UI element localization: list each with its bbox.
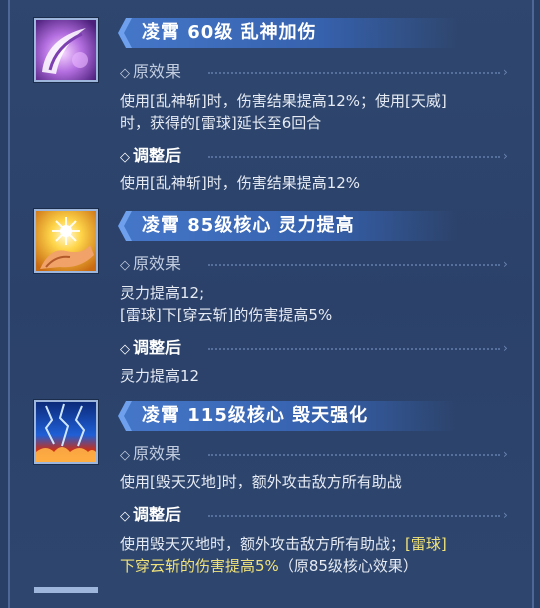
adjusted-effect-line: 下穿云斩的伤害提高5%（原85级核心效果） (120, 555, 515, 577)
diamond-icon: ◇ (120, 509, 130, 524)
original-effect-heading: ◇ 原效果 (120, 444, 182, 463)
chevron-right-icon: › (503, 65, 508, 79)
chevron-right-icon: › (503, 341, 508, 355)
highlight-text: [雷球] (405, 535, 447, 553)
adjusted-effect-line: 灵力提高12 (120, 367, 200, 385)
highlight-text: 下穿云斩的伤害提高5% (120, 557, 279, 575)
chevron-right-icon: › (503, 149, 508, 163)
diamond-icon: ◇ (120, 342, 130, 357)
adjusted-effect-text: （原85级核心效果） (278, 557, 418, 575)
next-item-edge (34, 587, 98, 593)
divider (208, 454, 500, 456)
diamond-icon: ◇ (120, 150, 130, 165)
skill-title: 凌霄 115级核心 毁天强化 (142, 405, 369, 426)
adjusted-effect-heading: ◇ 调整后 (120, 146, 182, 165)
skill-title: 凌霄 60级 乱神加伤 (142, 22, 317, 43)
slash-icon (34, 18, 98, 82)
adjusted-effect-heading: ◇ 调整后 (120, 338, 182, 357)
diamond-icon: ◇ (120, 448, 130, 463)
divider (208, 156, 500, 158)
original-effect-line: 时，获得的[雷球]延长至6回合 (120, 114, 322, 132)
adjusted-effect-line: 使用[乱神斩]时，伤害结果提高12% (120, 174, 361, 192)
chevron-right-icon: › (503, 508, 508, 522)
adjusted-effect-heading: ◇ 调整后 (120, 505, 182, 524)
divider (208, 515, 500, 517)
glowing-hand-icon (34, 209, 98, 273)
divider (208, 264, 500, 266)
adjusted-effect-text: 使用毁天灭地时，额外攻击敌方所有助战； (120, 535, 406, 553)
original-effect-heading: ◇ 原效果 (120, 62, 182, 81)
chevron-right-icon: › (503, 257, 508, 271)
skill-title: 凌霄 85级核心 灵力提高 (142, 215, 355, 236)
original-effect-line: 灵力提高12; (120, 284, 205, 302)
original-effect-line: [雷球]下[穿云斩]的伤害提高5% (120, 306, 333, 324)
adjusted-effect-line: 使用毁天灭地时，额外攻击敌方所有助战；[雷球] (120, 533, 515, 555)
lightning-fire-icon (34, 400, 98, 464)
original-effect-heading: ◇ 原效果 (120, 254, 182, 273)
diamond-icon: ◇ (120, 258, 130, 273)
original-effect-line: 使用[毁天灭地]时，额外攻击敌方所有助战 (120, 473, 402, 491)
diamond-icon: ◇ (120, 66, 130, 81)
divider (208, 348, 500, 350)
original-effect-line: 使用[乱神斩]时，伤害结果提高12%；使用[天威] (120, 92, 447, 110)
chevron-right-icon: › (503, 447, 508, 461)
divider (208, 72, 500, 74)
